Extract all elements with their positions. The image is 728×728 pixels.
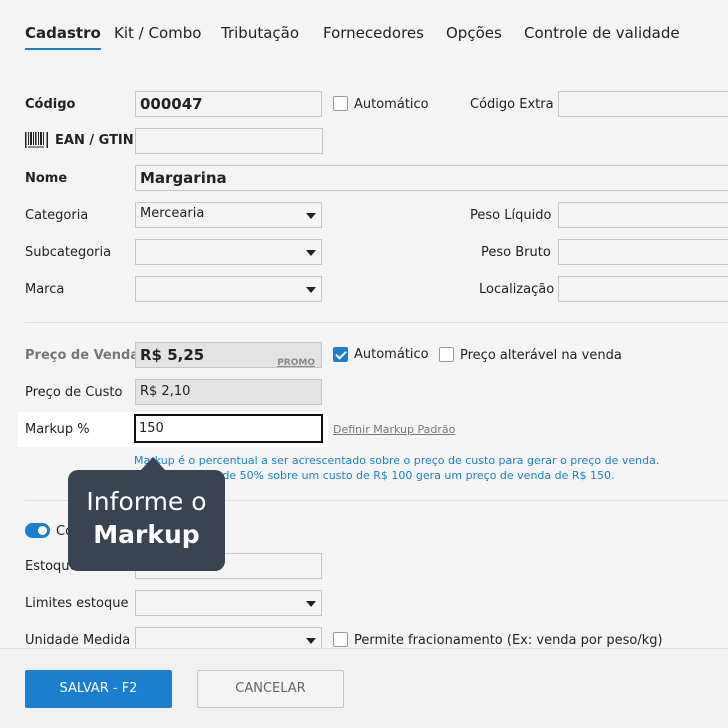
limites-estoque-label: Limites estoque (25, 596, 129, 611)
preco-venda-label: Preço de Venda (25, 348, 140, 363)
markup-input[interactable]: 150 (134, 414, 323, 443)
nome-field[interactable]: Margarina (135, 165, 728, 191)
preco-automatico-checkbox[interactable] (333, 347, 348, 362)
markup-label: Markup % (25, 422, 90, 437)
barcode-icon (25, 132, 48, 148)
preco-alteravel-checkbox[interactable] (439, 347, 454, 362)
tab-cadastro[interactable]: Cadastro (25, 24, 101, 50)
limites-estoque-select[interactable] (135, 590, 322, 616)
tab-controle-validade[interactable]: Controle de validade (524, 24, 680, 42)
localizacao-field[interactable] (558, 276, 728, 302)
save-button[interactable]: SALVAR - F2 (25, 670, 172, 708)
fracionamento-label: Permite fracionamento (Ex: venda por pes… (354, 633, 663, 648)
ean-label: EAN / GTIN (55, 133, 134, 148)
peso-bruto-field[interactable] (558, 239, 728, 265)
tab-fornecedores[interactable]: Fornecedores (323, 24, 424, 42)
tooltip-line1: Informe o (86, 487, 207, 516)
fracionamento-checkbox[interactable] (333, 632, 348, 647)
chevron-down-icon (306, 638, 316, 644)
tab-kit-combo[interactable]: Kit / Combo (114, 24, 201, 42)
peso-liquido-field[interactable] (558, 202, 728, 228)
codigo-automatico-checkbox[interactable] (333, 96, 348, 111)
ean-field[interactable] (135, 128, 323, 154)
preco-custo-label: Preço de Custo (25, 385, 123, 400)
markup-tooltip: Informe o Markup (68, 457, 225, 571)
categoria-select[interactable]: Mercearia (135, 202, 322, 228)
divider (25, 322, 728, 323)
preco-automatico-label: Automático (354, 347, 429, 362)
preco-alteravel-label: Preço alterável na venda (460, 348, 622, 363)
localizacao-label: Localização (479, 282, 555, 297)
categoria-label: Categoria (25, 208, 89, 223)
chevron-down-icon (306, 213, 316, 219)
marca-select[interactable] (135, 276, 322, 302)
chevron-down-icon (306, 250, 316, 256)
subcategoria-select[interactable] (135, 239, 322, 265)
codigo-extra-field[interactable] (558, 91, 728, 117)
categoria-value: Mercearia (140, 206, 205, 221)
marca-label: Marca (25, 282, 65, 297)
codigo-field[interactable]: 000047 (135, 91, 322, 117)
codigo-automatico-label: Automático (354, 97, 429, 112)
chevron-down-icon (306, 601, 316, 607)
unidade-medida-label: Unidade Medida (25, 633, 131, 648)
subcategoria-label: Subcategoria (25, 245, 112, 260)
codigo-extra-label: Código Extra (470, 97, 554, 112)
peso-bruto-label: Peso Bruto (481, 245, 551, 260)
markup-help-line1: Markup é o percentual a ser acrescentado… (134, 454, 660, 467)
controle-estoque-toggle[interactable] (25, 523, 50, 538)
preco-venda-value: R$ 5,25 (140, 346, 205, 364)
peso-liquido-label: Peso Líquido (470, 208, 552, 223)
tooltip-line2: Markup (93, 520, 200, 549)
chevron-down-icon (306, 287, 316, 293)
product-form-page: Cadastro Kit / Combo Tributação Forneced… (0, 0, 728, 728)
tab-opcoes[interactable]: Opções (446, 24, 502, 42)
preco-custo-field: R$ 2,10 (135, 379, 322, 405)
tab-tributacao[interactable]: Tributação (221, 24, 299, 42)
preco-venda-field: R$ 5,25 PROMO (135, 342, 322, 368)
nome-label: Nome (25, 171, 68, 186)
promo-link[interactable]: PROMO (277, 351, 315, 367)
cancel-button[interactable]: CANCELAR (197, 670, 344, 708)
codigo-label: Código (25, 97, 76, 112)
definir-markup-link[interactable]: Definir Markup Padrão (333, 423, 455, 436)
